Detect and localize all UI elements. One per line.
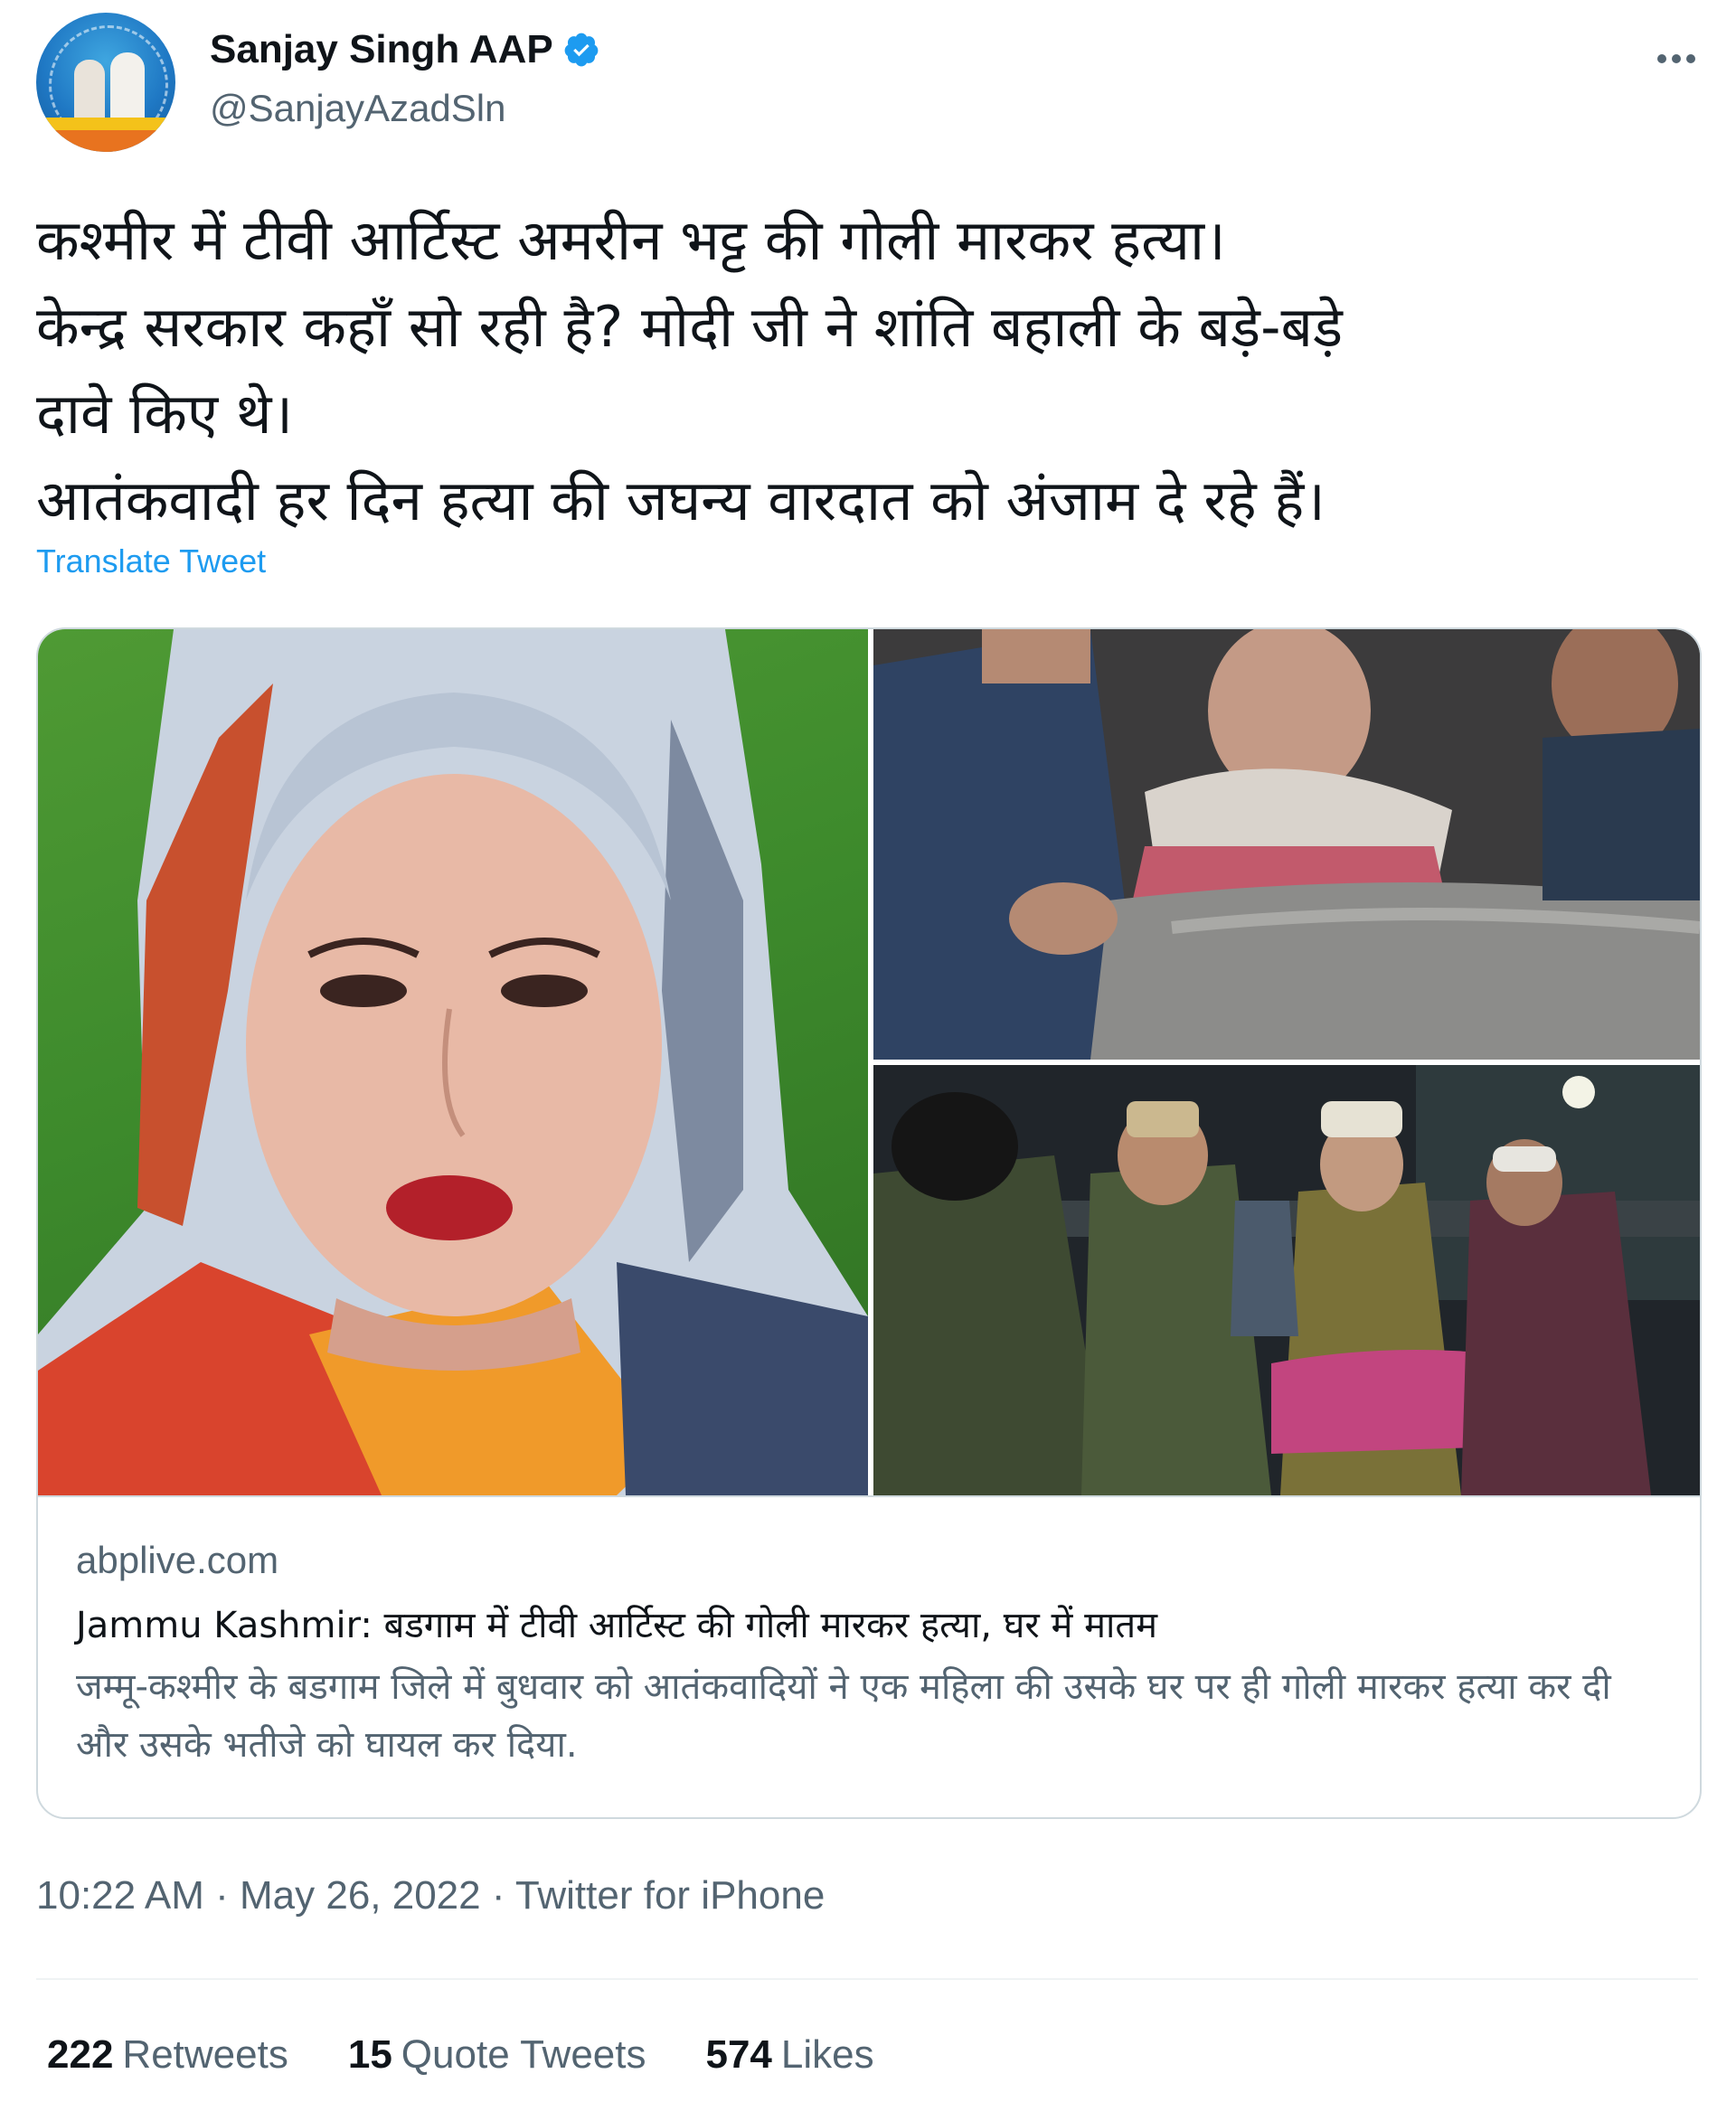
card-image-security [873, 1065, 1700, 1495]
quote-tweets-stat[interactable]: 15 Quote Tweets [348, 2032, 646, 2078]
retweets-stat[interactable]: 222 Retweets [47, 2032, 288, 2078]
card-meta[interactable]: abplive.com Jammu Kashmir: बडगाम में टीव… [38, 1495, 1700, 1817]
grieving-scene-illustration [873, 629, 1700, 1060]
tweet: Sanjay Singh AAP @SanjayAzadSln कश्मीर म… [0, 0, 1736, 2102]
author-handle[interactable]: @SanjayAzadSln [210, 87, 506, 130]
retweets-label: Retweets [122, 2032, 288, 2077]
quote-tweets-count: 15 [347, 2032, 392, 2077]
likes-label: Likes [780, 2032, 874, 2077]
link-card[interactable]: abplive.com Jammu Kashmir: बडगाम में टीव… [36, 627, 1702, 1819]
avatar-figure-left [74, 60, 105, 123]
avatar-stripe-orange [36, 130, 175, 152]
retweets-count: 222 [47, 2032, 114, 2077]
author-display-name[interactable]: Sanjay Singh AAP [210, 27, 553, 72]
tweet-text-line: दावे किए थे। [36, 381, 293, 447]
tweet-timestamp[interactable]: 10:22 AM · May 26, 2022 · Twitter for iP… [36, 1873, 825, 1918]
tweet-text: कश्मीर में टीवी आर्टिस्ट अमरीन भट्ट की ग… [36, 197, 1709, 544]
translate-tweet-link[interactable]: Translate Tweet [36, 542, 266, 580]
card-image-grieving [873, 629, 1700, 1060]
card-image-portrait [38, 629, 868, 1495]
security-scene-illustration [873, 1065, 1700, 1495]
card-domain: abplive.com [76, 1539, 279, 1581]
quote-tweets-label: Quote Tweets [401, 2032, 646, 2077]
avatar-figure-right [110, 52, 145, 123]
more-options-icon[interactable] [1656, 33, 1696, 74]
tweet-text-line: कश्मीर में टीवी आर्टिस्ट अमरीन भट्ट की ग… [36, 207, 1226, 273]
card-title: Jammu Kashmir: बडगाम में टीवी आर्टिस्ट क… [76, 1605, 1158, 1646]
tweet-text-line: आतंकवादी हर दिन हत्या की जघन्य वारदात को… [36, 467, 1326, 533]
verified-badge-icon [564, 33, 599, 67]
tweet-stats: 222 Retweets 15 Quote Tweets 574 Likes [47, 2032, 874, 2078]
divider [36, 1978, 1698, 1980]
author-name-row[interactable]: Sanjay Singh AAP [210, 27, 600, 72]
portrait-illustration [38, 629, 868, 1495]
avatar[interactable] [36, 13, 175, 152]
likes-stat[interactable]: 574 Likes [705, 2032, 873, 2078]
more-dots-icon [1657, 54, 1695, 63]
likes-count: 574 [705, 2032, 772, 2077]
tweet-text-line: केन्द्र सरकार कहाँ सो रही है? मोदी जी ने… [36, 294, 1344, 360]
card-description: जम्मू-कश्मीर के बडगाम जिले में बुधवार को… [76, 1666, 1611, 1766]
